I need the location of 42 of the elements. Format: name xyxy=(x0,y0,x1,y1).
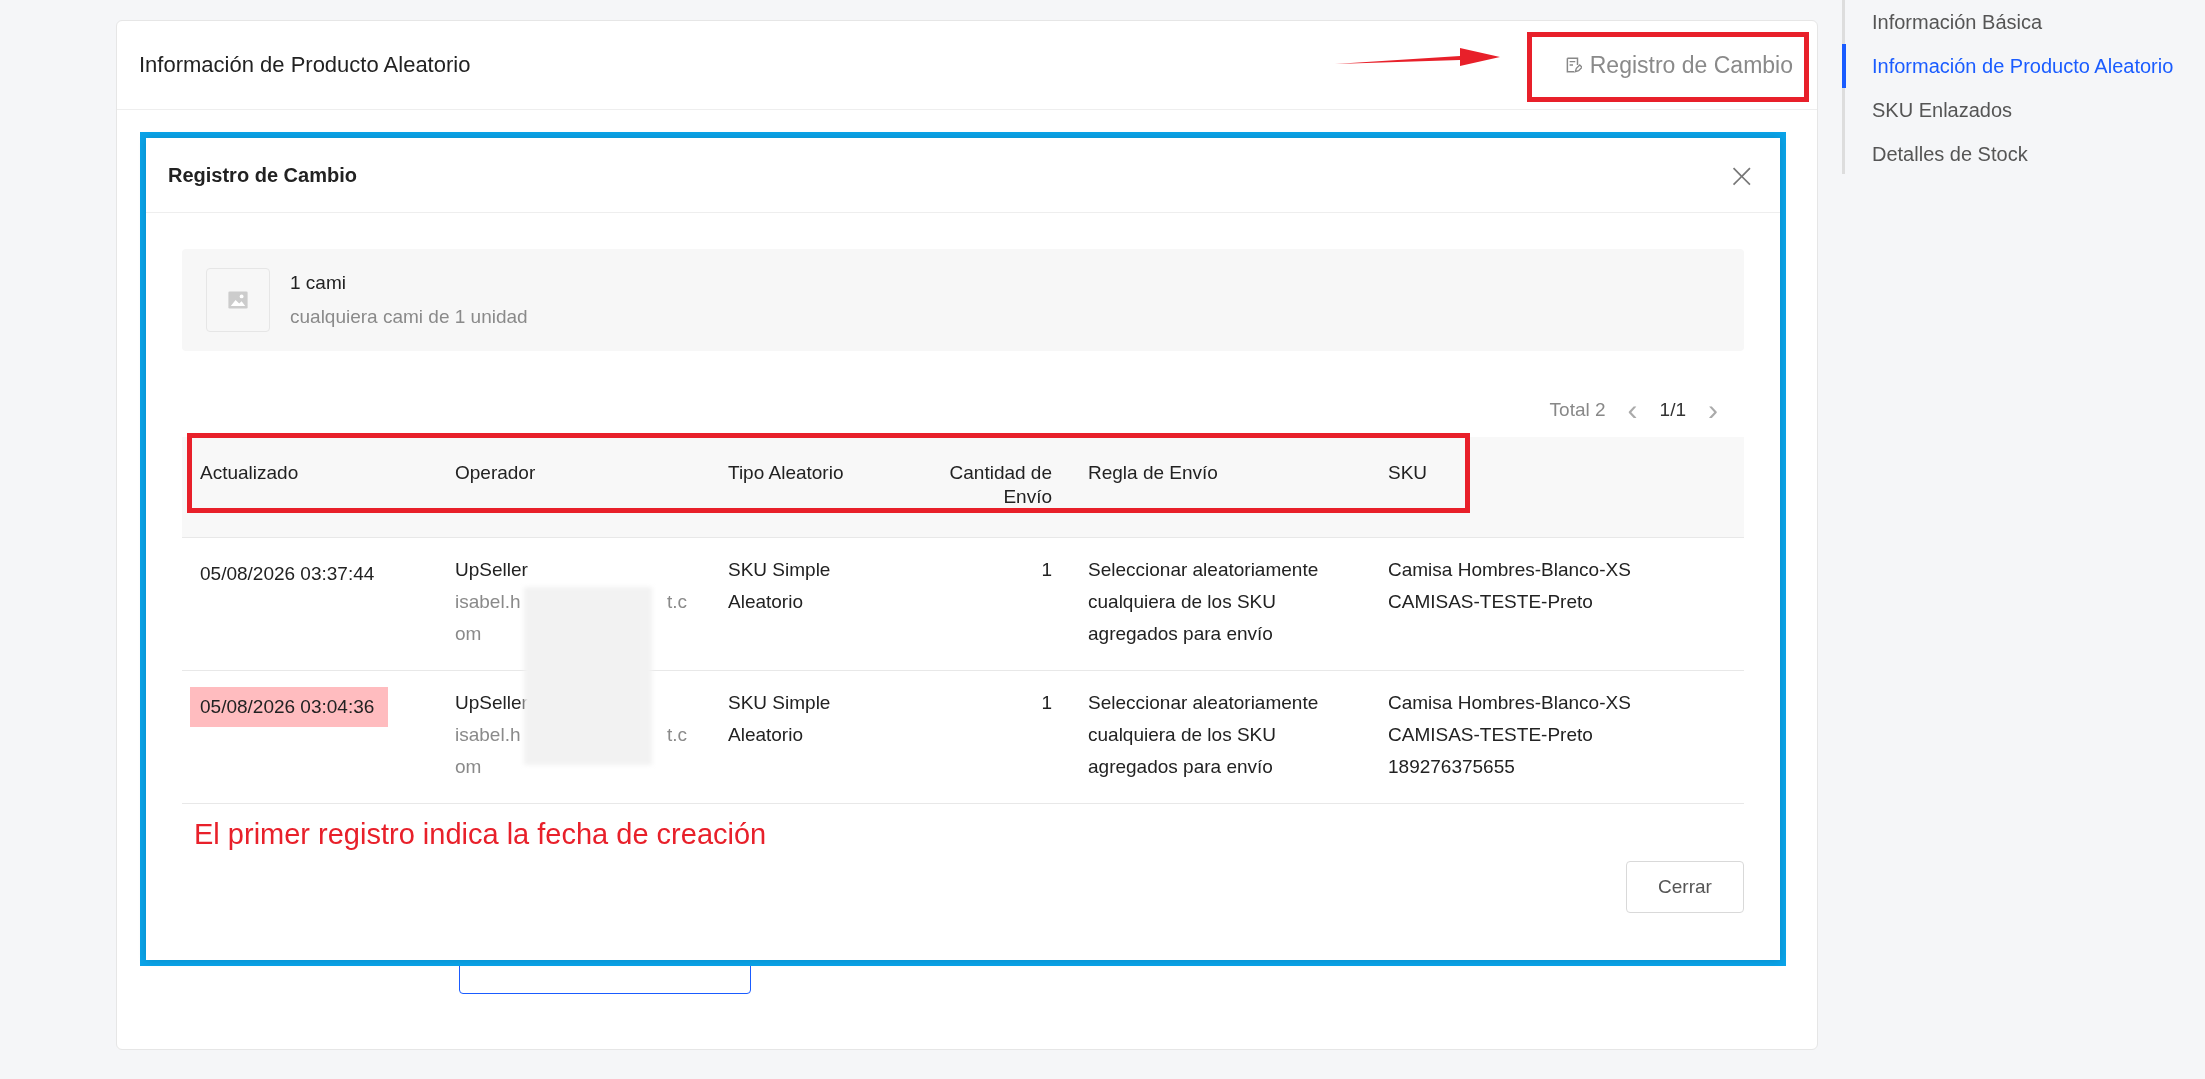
product-name: 1 cami xyxy=(290,272,347,294)
total-count: Total 2 xyxy=(1549,399,1606,421)
sku-text: 189276375655 xyxy=(1388,755,1516,779)
column-header: Regla de Envío xyxy=(1087,461,1219,485)
column-header: Actualizado xyxy=(199,461,300,485)
email-fragment: t.c xyxy=(666,723,687,747)
column-header: Cantidad de Envío xyxy=(948,461,1053,509)
card-title: Información de Producto Aleatorio xyxy=(139,52,471,78)
anchor-nav-item[interactable]: SKU Enlazados xyxy=(1842,88,2174,132)
change-log-link[interactable]: Registro de Cambio xyxy=(1563,51,1793,79)
sku-text: Camisa Hombres-Blanco-XS xyxy=(1388,558,1632,582)
email-fragment: t.c xyxy=(666,590,687,614)
dialog-title: Registro de Cambio xyxy=(168,163,357,187)
page-indicator: 1/1 xyxy=(1659,399,1686,421)
table-cell-text: Seleccionar aleatoriamente cualquiera de los SKU agregados para envío xyxy=(1087,691,1320,779)
close-button[interactable]: × xyxy=(1721,155,1762,195)
table-cell-text: SKU Simple Aleatorio xyxy=(727,691,832,747)
table-cell-text: SKU Simple Aleatorio xyxy=(727,558,832,614)
table-cell-text: Seleccionar aleatoriamente cualquiera de los SKU agregados para envío xyxy=(1087,558,1320,646)
table-cell-text: 1 xyxy=(1040,691,1053,715)
table-cell-text: 1 xyxy=(1040,558,1053,582)
sku-text: Camisa Hombres-Blanco-XS xyxy=(1388,691,1632,715)
column-header: Operador xyxy=(454,461,537,485)
anchor-nav-item[interactable]: Información Básica xyxy=(1842,0,2174,44)
anchor-nav-item[interactable]: Información de Producto Aleatorio xyxy=(1842,44,2174,88)
operator-name: UpSeller xyxy=(455,691,529,715)
email-fragment: isabel.h xyxy=(455,590,521,614)
date-cell-text: 05/08/2026 03:37:44 xyxy=(199,562,376,586)
image-placeholder-icon xyxy=(206,268,270,332)
operator-name: UpSeller xyxy=(455,558,529,582)
product-description: cualquiera cami de 1 unidad xyxy=(290,306,528,328)
sku-text: CAMISAS-TESTE-Preto xyxy=(1388,723,1594,747)
close-dialog-button[interactable]: Cerrar xyxy=(1626,861,1744,913)
date-cell: 05/08/2026 03:04:36 xyxy=(190,687,388,727)
column-header: SKU xyxy=(1387,461,1429,485)
email-fragment: om xyxy=(455,622,483,646)
annotation-text: El primer registro indica la fecha de creación xyxy=(193,817,768,851)
email-fragment: isabel.h xyxy=(455,723,521,747)
email-fragment: om xyxy=(455,755,483,779)
column-header: Tipo Aleatorio xyxy=(727,461,845,485)
anchor-nav-item[interactable]: Detalles de Stock xyxy=(1842,132,2174,176)
sku-text: CAMISAS-TESTE-Preto xyxy=(1388,590,1594,614)
